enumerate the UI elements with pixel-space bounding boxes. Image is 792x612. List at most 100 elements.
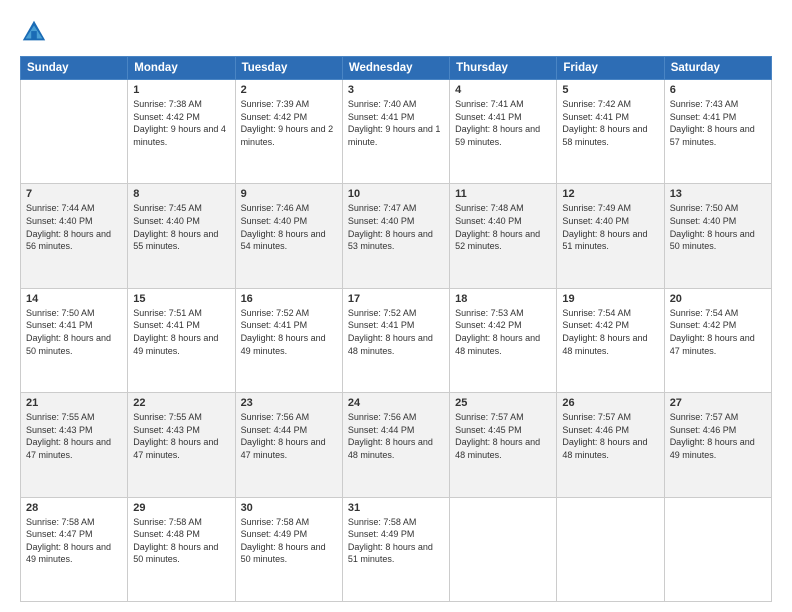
calendar-cell: 11 Sunrise: 7:48 AMSunset: 4:40 PMDayligh… — [450, 184, 557, 288]
cell-details: Sunrise: 7:47 AMSunset: 4:40 PMDaylight:… — [348, 202, 444, 252]
day-number: 9 — [241, 188, 337, 200]
calendar-cell: 1 Sunrise: 7:38 AMSunset: 4:42 PMDaylight… — [128, 80, 235, 184]
day-number: 23 — [241, 397, 337, 409]
cell-details: Sunrise: 7:44 AMSunset: 4:40 PMDaylight:… — [26, 202, 122, 252]
calendar-cell: 26 Sunrise: 7:57 AMSunset: 4:46 PMDayligh… — [557, 393, 664, 497]
calendar-week-row: 14 Sunrise: 7:50 AMSunset: 4:41 PMDayligh… — [21, 288, 772, 392]
calendar-cell: 12 Sunrise: 7:49 AMSunset: 4:40 PMDayligh… — [557, 184, 664, 288]
calendar-cell: 6 Sunrise: 7:43 AMSunset: 4:41 PMDaylight… — [664, 80, 771, 184]
cell-details: Sunrise: 7:55 AMSunset: 4:43 PMDaylight:… — [26, 411, 122, 461]
cell-details: Sunrise: 7:46 AMSunset: 4:40 PMDaylight:… — [241, 202, 337, 252]
calendar-cell: 16Sunrise: 7:52 AMSunset: 4:41 PMDayligh… — [235, 288, 342, 392]
cell-details: Sunrise: 7:45 AMSunset: 4:40 PMDaylight:… — [133, 202, 229, 252]
calendar-week-row: 1 Sunrise: 7:38 AMSunset: 4:42 PMDaylight… — [21, 80, 772, 184]
calendar-cell: 19 Sunrise: 7:54 AMSunset: 4:42 PMDayligh… — [557, 288, 664, 392]
calendar-cell: 20 Sunrise: 7:54 AMSunset: 4:42 PMDayligh… — [664, 288, 771, 392]
cell-details: Sunrise: 7:54 AMSunset: 4:42 PMDaylight:… — [670, 307, 766, 357]
day-number: 11 — [455, 188, 551, 200]
cell-details: Sunrise: 7:41 AMSunset: 4:41 PMDaylight:… — [455, 98, 551, 148]
cell-details: Sunrise: 7:48 AMSunset: 4:40 PMDaylight:… — [455, 202, 551, 252]
day-number: 30 — [241, 502, 337, 514]
cell-details: Sunrise: 7:57 AMSunset: 4:45 PMDaylight:… — [455, 411, 551, 461]
calendar-cell: 28Sunrise: 7:58 AMSunset: 4:47 PMDayligh… — [21, 497, 128, 601]
calendar-week-row: 7Sunrise: 7:44 AMSunset: 4:40 PMDaylight… — [21, 184, 772, 288]
calendar-cell: 2 Sunrise: 7:39 AMSunset: 4:42 PMDaylight… — [235, 80, 342, 184]
cell-details: Sunrise: 7:40 AMSunset: 4:41 PMDaylight:… — [348, 98, 444, 148]
calendar-cell: 8 Sunrise: 7:45 AMSunset: 4:40 PMDaylight… — [128, 184, 235, 288]
calendar-cell: 17 Sunrise: 7:52 AMSunset: 4:41 PMDayligh… — [342, 288, 449, 392]
calendar-cell: 29 Sunrise: 7:58 AMSunset: 4:48 PMDayligh… — [128, 497, 235, 601]
day-number: 2 — [241, 84, 337, 96]
day-number: 3 — [348, 84, 444, 96]
calendar-cell: 24 Sunrise: 7:56 AMSunset: 4:44 PMDayligh… — [342, 393, 449, 497]
calendar-cell: 21 Sunrise: 7:55 AMSunset: 4:43 PMDayligh… — [21, 393, 128, 497]
calendar-cell: 30Sunrise: 7:58 AMSunset: 4:49 PMDayligh… — [235, 497, 342, 601]
day-number: 4 — [455, 84, 551, 96]
day-number: 8 — [133, 188, 229, 200]
calendar-cell: 15 Sunrise: 7:51 AMSunset: 4:41 PMDayligh… — [128, 288, 235, 392]
cell-details: Sunrise: 7:54 AMSunset: 4:42 PMDaylight:… — [562, 307, 658, 357]
calendar-cell — [450, 497, 557, 601]
day-number: 5 — [562, 84, 658, 96]
day-number: 10 — [348, 188, 444, 200]
day-number: 15 — [133, 293, 229, 305]
cell-details: Sunrise: 7:56 AMSunset: 4:44 PMDaylight:… — [241, 411, 337, 461]
cell-details: Sunrise: 7:55 AMSunset: 4:43 PMDaylight:… — [133, 411, 229, 461]
day-number: 12 — [562, 188, 658, 200]
calendar-cell: 23 Sunrise: 7:56 AMSunset: 4:44 PMDayligh… — [235, 393, 342, 497]
day-number: 20 — [670, 293, 766, 305]
cell-details: Sunrise: 7:51 AMSunset: 4:41 PMDaylight:… — [133, 307, 229, 357]
day-number: 14 — [26, 293, 122, 305]
col-header-friday: Friday — [557, 57, 664, 80]
cell-details: Sunrise: 7:57 AMSunset: 4:46 PMDaylight:… — [670, 411, 766, 461]
cell-details: Sunrise: 7:42 AMSunset: 4:41 PMDaylight:… — [562, 98, 658, 148]
cell-details: Sunrise: 7:49 AMSunset: 4:40 PMDaylight:… — [562, 202, 658, 252]
page: SundayMondayTuesdayWednesdayThursdayFrid… — [0, 0, 792, 612]
calendar-cell — [557, 497, 664, 601]
day-number: 29 — [133, 502, 229, 514]
cell-details: Sunrise: 7:50 AMSunset: 4:40 PMDaylight:… — [670, 202, 766, 252]
day-number: 26 — [562, 397, 658, 409]
col-header-monday: Monday — [128, 57, 235, 80]
cell-details: Sunrise: 7:50 AMSunset: 4:41 PMDaylight:… — [26, 307, 122, 357]
calendar-cell: 18 Sunrise: 7:53 AMSunset: 4:42 PMDayligh… — [450, 288, 557, 392]
col-header-sunday: Sunday — [21, 57, 128, 80]
calendar-cell: 4 Sunrise: 7:41 AMSunset: 4:41 PMDaylight… — [450, 80, 557, 184]
day-number: 18 — [455, 293, 551, 305]
calendar-cell: 9 Sunrise: 7:46 AMSunset: 4:40 PMDaylight… — [235, 184, 342, 288]
col-header-tuesday: Tuesday — [235, 57, 342, 80]
calendar-cell: 13 Sunrise: 7:50 AMSunset: 4:40 PMDayligh… — [664, 184, 771, 288]
day-number: 1 — [133, 84, 229, 96]
calendar-cell: 22Sunrise: 7:55 AMSunset: 4:43 PMDayligh… — [128, 393, 235, 497]
calendar: SundayMondayTuesdayWednesdayThursdayFrid… — [20, 56, 772, 602]
calendar-cell: 14 Sunrise: 7:50 AMSunset: 4:41 PMDayligh… — [21, 288, 128, 392]
day-number: 13 — [670, 188, 766, 200]
cell-details: Sunrise: 7:52 AMSunset: 4:41 PMDaylight:… — [348, 307, 444, 357]
day-number: 6 — [670, 84, 766, 96]
calendar-cell: 7Sunrise: 7:44 AMSunset: 4:40 PMDaylight… — [21, 184, 128, 288]
calendar-header-row: SundayMondayTuesdayWednesdayThursdayFrid… — [21, 57, 772, 80]
day-number: 17 — [348, 293, 444, 305]
logo-icon — [20, 18, 48, 46]
cell-details: Sunrise: 7:57 AMSunset: 4:46 PMDaylight:… — [562, 411, 658, 461]
day-number: 28 — [26, 502, 122, 514]
col-header-thursday: Thursday — [450, 57, 557, 80]
logo — [20, 18, 52, 46]
calendar-cell: 3 Sunrise: 7:40 AMSunset: 4:41 PMDaylight… — [342, 80, 449, 184]
cell-details: Sunrise: 7:53 AMSunset: 4:42 PMDaylight:… — [455, 307, 551, 357]
cell-details: Sunrise: 7:58 AMSunset: 4:49 PMDaylight:… — [348, 516, 444, 566]
day-number: 21 — [26, 397, 122, 409]
day-number: 19 — [562, 293, 658, 305]
col-header-wednesday: Wednesday — [342, 57, 449, 80]
calendar-cell — [664, 497, 771, 601]
calendar-week-row: 21 Sunrise: 7:55 AMSunset: 4:43 PMDayligh… — [21, 393, 772, 497]
cell-details: Sunrise: 7:58 AMSunset: 4:48 PMDaylight:… — [133, 516, 229, 566]
cell-details: Sunrise: 7:39 AMSunset: 4:42 PMDaylight:… — [241, 98, 337, 148]
cell-details: Sunrise: 7:38 AMSunset: 4:42 PMDaylight:… — [133, 98, 229, 148]
cell-details: Sunrise: 7:43 AMSunset: 4:41 PMDaylight:… — [670, 98, 766, 148]
day-number: 24 — [348, 397, 444, 409]
cell-details: Sunrise: 7:56 AMSunset: 4:44 PMDaylight:… — [348, 411, 444, 461]
calendar-cell: 27Sunrise: 7:57 AMSunset: 4:46 PMDayligh… — [664, 393, 771, 497]
calendar-cell — [21, 80, 128, 184]
day-number: 16 — [241, 293, 337, 305]
